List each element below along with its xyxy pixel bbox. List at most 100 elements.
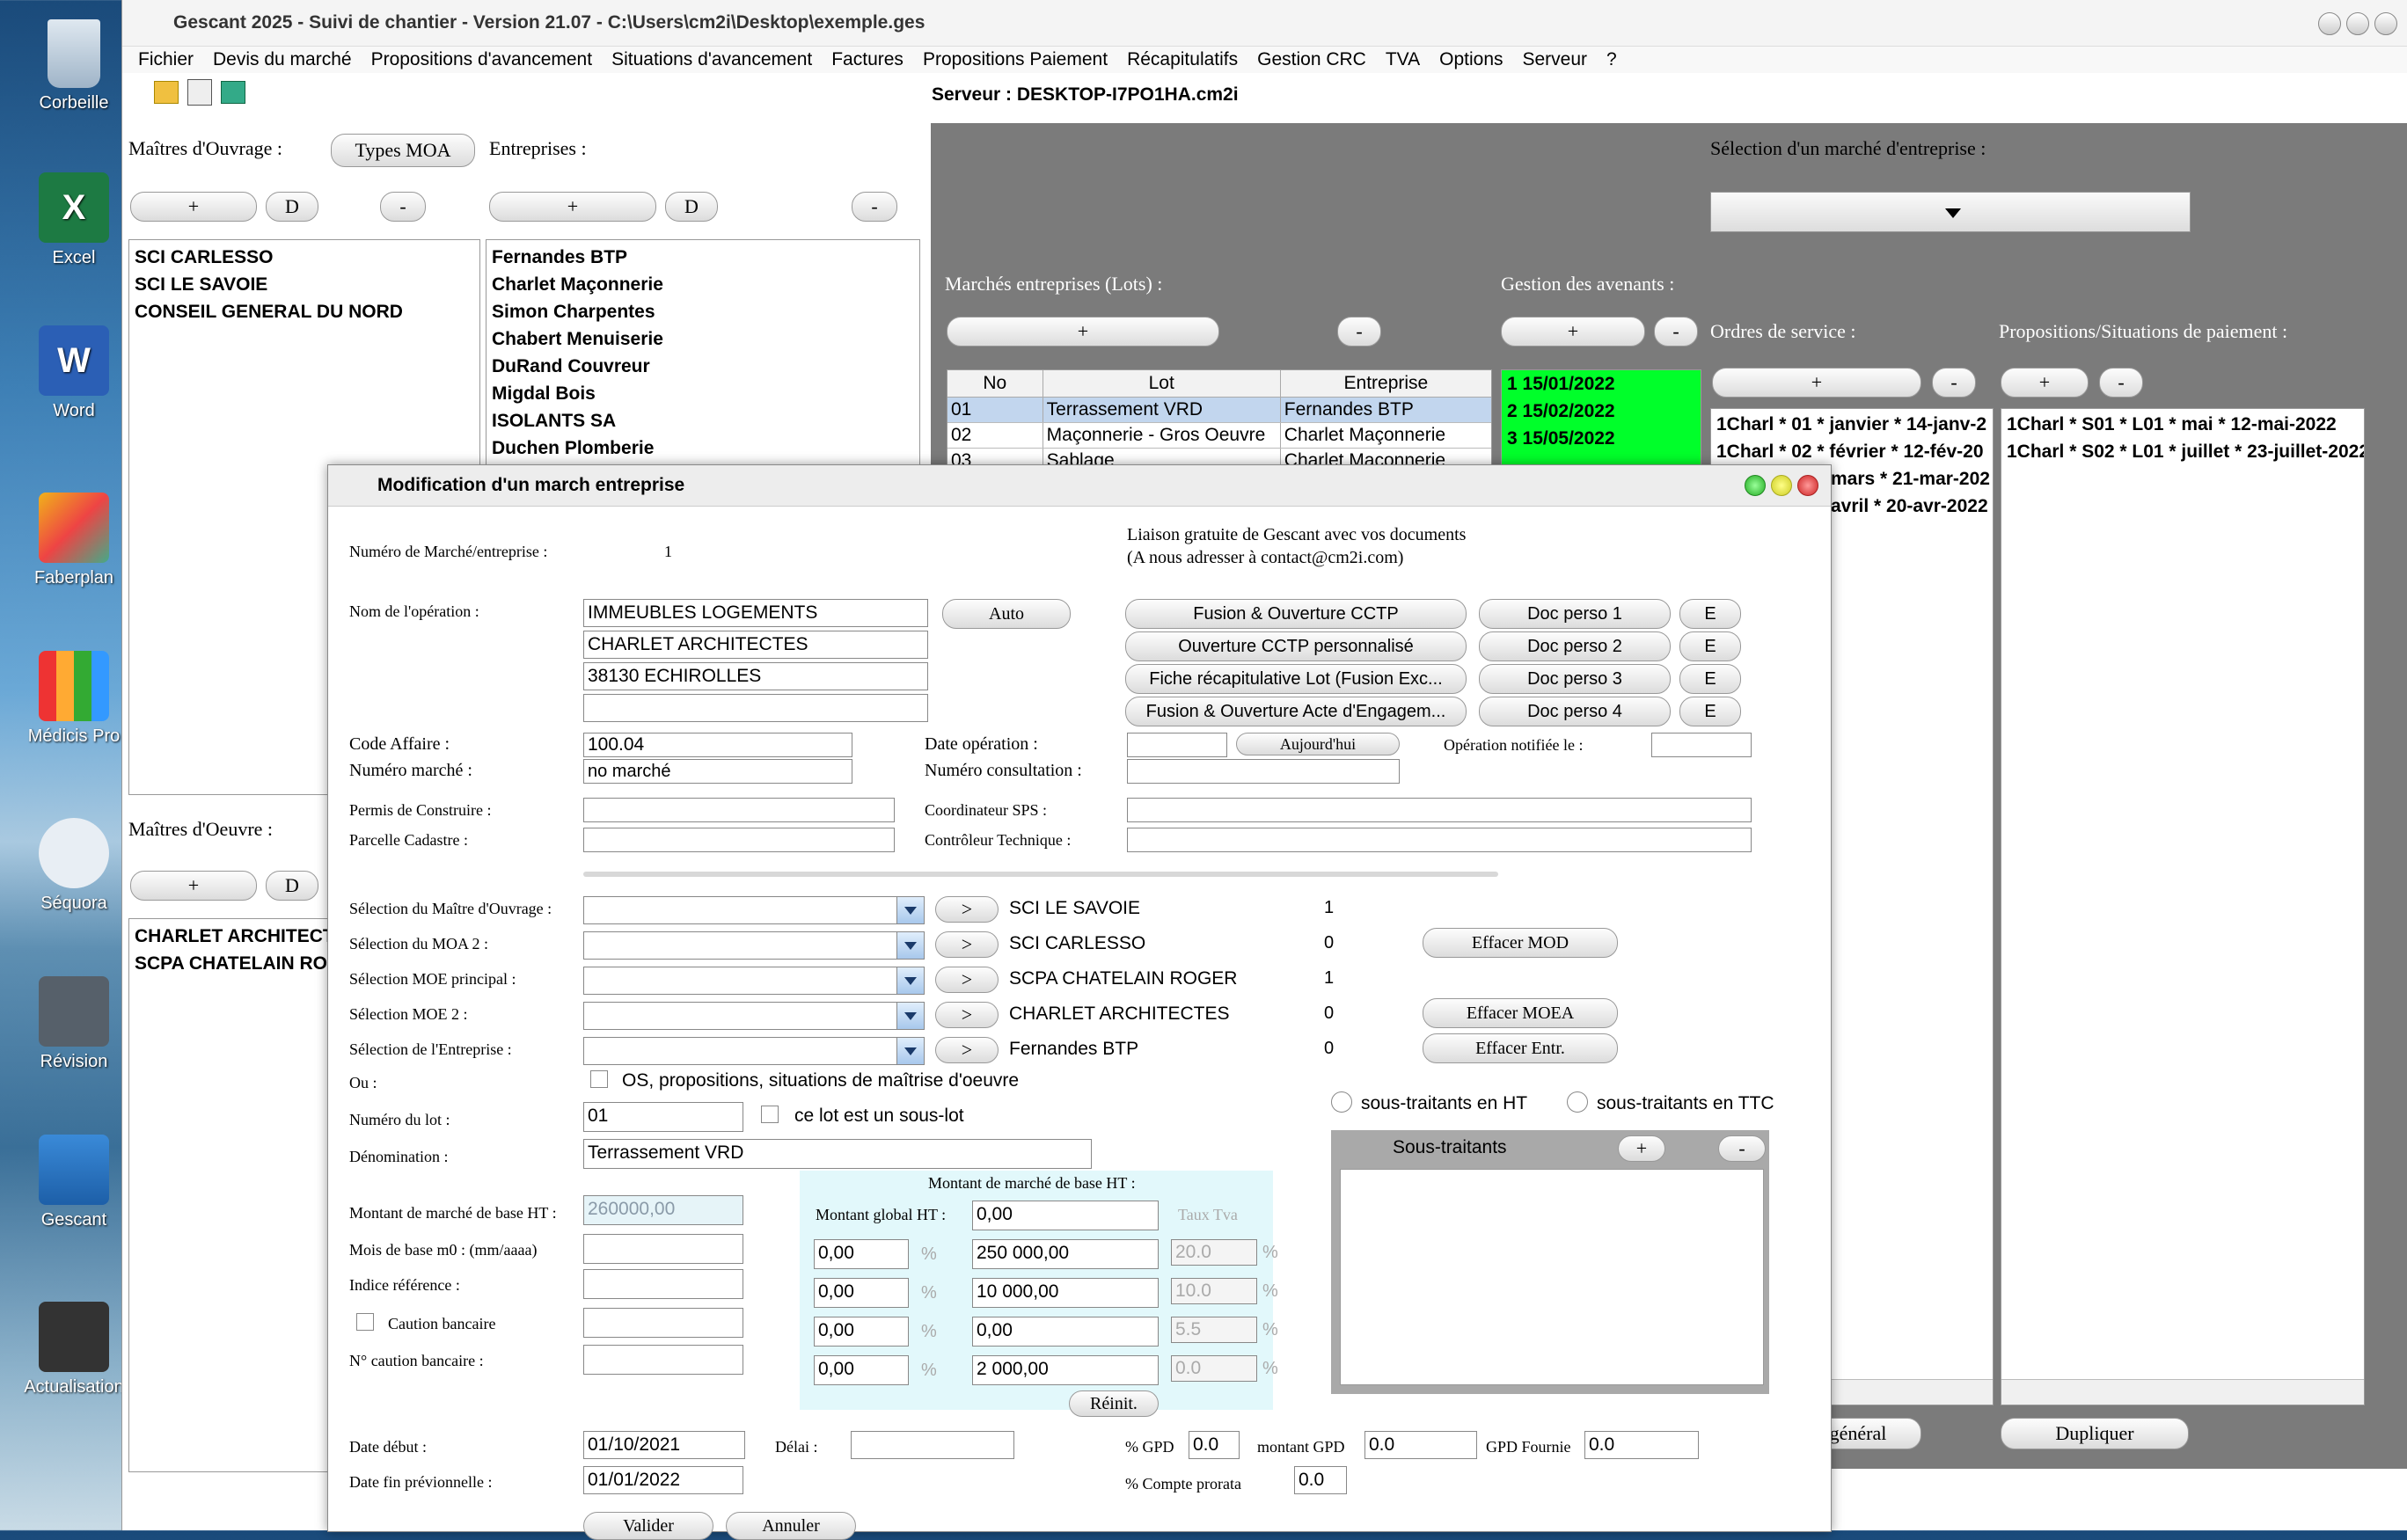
operation-notifiee-input[interactable]	[1651, 733, 1752, 757]
list-item[interactable]: avril * 20-avr-2022	[1831, 496, 1988, 517]
valider-button[interactable]: Valider	[583, 1512, 713, 1540]
montant-input-4[interactable]: 2 000,00	[972, 1355, 1159, 1385]
pct-input-4[interactable]: 0,00	[814, 1355, 909, 1385]
auto-button[interactable]: Auto	[942, 599, 1071, 629]
nom-operation-line-2[interactable]: CHARLET ARCHITECTES	[583, 631, 928, 659]
mois-base-input[interactable]	[583, 1234, 743, 1264]
delai-input[interactable]	[851, 1431, 1014, 1459]
menu-situations[interactable]: Situations d'avancement	[611, 49, 812, 70]
table-row[interactable]: 01 Terrassement VRD Fernandes BTP	[947, 398, 1491, 423]
tva-input-1[interactable]: 20.0	[1171, 1239, 1257, 1266]
sel-moe2-go-button[interactable]: >	[935, 1002, 999, 1028]
dupliquer-button[interactable]: Dupliquer	[2001, 1418, 2189, 1449]
num-caution-input[interactable]	[583, 1345, 743, 1375]
list-item[interactable]: 1Charl * S02 * L01 * juillet * 23-juille…	[2007, 442, 2364, 463]
remove-proposition-button[interactable]: -	[2099, 368, 2143, 398]
reinit-button[interactable]: Réinit.	[1069, 1390, 1159, 1417]
dialog-maximize-button[interactable]	[1745, 475, 1766, 496]
menu-options[interactable]: Options	[1439, 49, 1503, 70]
remove-entreprise-button[interactable]: -	[852, 192, 897, 222]
tva-input-3[interactable]: 5.5	[1171, 1317, 1257, 1343]
add-lot-button[interactable]: +	[947, 317, 1219, 347]
add-sous-traitant-button[interactable]: +	[1618, 1135, 1665, 1162]
menu-propositions-avancement[interactable]: Propositions d'avancement	[371, 49, 593, 70]
menu-tva[interactable]: TVA	[1386, 49, 1420, 70]
doc-fusion-cctp-button[interactable]: Fusion & Ouverture CCTP	[1125, 599, 1467, 629]
col-lot[interactable]: Lot	[1043, 370, 1281, 397]
menu-help[interactable]: ?	[1606, 49, 1617, 70]
list-item[interactable]: Fernandes BTP	[487, 244, 919, 271]
permis-input[interactable]	[583, 798, 895, 822]
add-moe-button[interactable]: +	[130, 871, 257, 901]
sel-moa-go-button[interactable]: >	[935, 896, 999, 923]
pct-input-1[interactable]: 0,00	[814, 1239, 909, 1269]
sel-moe-dropdown[interactable]	[583, 967, 925, 995]
minimize-button[interactable]	[2318, 12, 2341, 35]
montant-base-input[interactable]: 260000,00	[583, 1195, 743, 1225]
montant-input-1[interactable]: 250 000,00	[972, 1239, 1159, 1269]
col-no[interactable]: No	[947, 370, 1043, 397]
tva-input-4[interactable]: 0.0	[1171, 1355, 1257, 1382]
close-button[interactable]	[2374, 12, 2397, 35]
list-item[interactable]: Chabert Menuiserie	[487, 325, 919, 353]
sous-lot-checkbox[interactable]	[761, 1106, 779, 1123]
list-item[interactable]: 2 15/02/2022	[1507, 401, 1701, 428]
sel-moa2-dropdown[interactable]	[583, 931, 925, 960]
detail-moa-button[interactable]: D	[266, 192, 318, 222]
parcelle-input[interactable]	[583, 828, 895, 852]
date-fin-input[interactable]: 01/01/2022	[583, 1466, 743, 1494]
dialog-minimize-button[interactable]	[1771, 475, 1792, 496]
numero-consultation-input[interactable]	[1127, 759, 1400, 784]
open-folder-icon[interactable]	[154, 81, 179, 104]
sel-moa-dropdown[interactable]	[583, 896, 925, 924]
sous-traitants-ht-radio[interactable]	[1331, 1091, 1352, 1113]
code-affaire-input[interactable]: 100.04	[583, 733, 852, 757]
effacer-moea-button[interactable]: Effacer MOEA	[1423, 998, 1618, 1028]
maximize-button[interactable]	[2346, 12, 2369, 35]
moe-list[interactable]: CHARLET ARCHITECT SCPA CHATELAIN RO	[128, 918, 331, 1472]
controleur-input[interactable]	[1127, 828, 1752, 852]
edit-perso-4-button[interactable]: E	[1679, 697, 1741, 726]
copy-document-icon[interactable]	[187, 79, 212, 106]
menu-gestion-crc[interactable]: Gestion CRC	[1257, 49, 1366, 70]
propositions-scrollbar[interactable]	[2001, 1379, 2364, 1405]
add-proposition-button[interactable]: +	[2001, 368, 2089, 398]
montant-gpd-input[interactable]: 0.0	[1364, 1431, 1477, 1459]
annuler-button[interactable]: Annuler	[726, 1512, 856, 1540]
books-icon[interactable]	[221, 81, 245, 104]
doc-perso-2-button[interactable]: Doc perso 2	[1479, 631, 1671, 661]
date-debut-input[interactable]: 01/10/2021	[583, 1431, 745, 1459]
menu-devis[interactable]: Devis du marché	[213, 49, 352, 70]
remove-moa-button[interactable]: -	[380, 192, 426, 222]
sel-entreprise-dropdown[interactable]	[583, 1037, 925, 1065]
sous-traitants-list[interactable]	[1340, 1169, 1764, 1385]
numero-marche-input[interactable]: no marché	[583, 759, 852, 784]
effacer-entr-button[interactable]: Effacer Entr.	[1423, 1033, 1618, 1063]
nom-operation-line-1[interactable]: IMMEUBLES LOGEMENTS	[583, 599, 928, 627]
date-operation-input[interactable]	[1127, 733, 1227, 757]
doc-fiche-recap-button[interactable]: Fiche récapitulative Lot (Fusion Exc...	[1125, 664, 1467, 694]
effacer-mod-button[interactable]: Effacer MOD	[1423, 928, 1618, 958]
list-item[interactable]: SCPA CHATELAIN RO	[129, 950, 330, 977]
edit-perso-1-button[interactable]: E	[1679, 599, 1741, 629]
remove-avenant-button[interactable]: -	[1654, 317, 1698, 347]
aujourdhui-button[interactable]: Aujourd'hui	[1236, 733, 1400, 755]
pct-input-3[interactable]: 0,00	[814, 1317, 909, 1347]
list-item[interactable]: SCI LE SAVOIE	[129, 271, 479, 298]
caution-input[interactable]	[583, 1308, 743, 1338]
marche-dropdown[interactable]	[1710, 192, 2191, 232]
propositions-list[interactable]: 1Charl * S01 * L01 * mai * 12-mai-2022 1…	[2001, 408, 2365, 1405]
numero-lot-input[interactable]: 01	[583, 1102, 743, 1132]
list-item[interactable]: Charlet Maçonnerie	[487, 271, 919, 298]
menu-propositions-paiement[interactable]: Propositions Paiement	[923, 49, 1108, 70]
compte-prorata-input[interactable]: 0.0	[1294, 1466, 1347, 1494]
menu-factures[interactable]: Factures	[831, 49, 904, 70]
dialog-close-button[interactable]	[1797, 475, 1818, 496]
lots-table[interactable]: No Lot Entreprise 01 Terrassement VRD Fe…	[947, 369, 1492, 466]
detail-moe-button[interactable]: D	[266, 871, 318, 901]
remove-lot-button[interactable]: -	[1337, 317, 1381, 347]
list-item[interactable]: ISOLANTS SA	[487, 407, 919, 434]
edit-perso-3-button[interactable]: E	[1679, 664, 1741, 694]
edit-perso-2-button[interactable]: E	[1679, 631, 1741, 661]
montant-input-2[interactable]: 10 000,00	[972, 1278, 1159, 1308]
